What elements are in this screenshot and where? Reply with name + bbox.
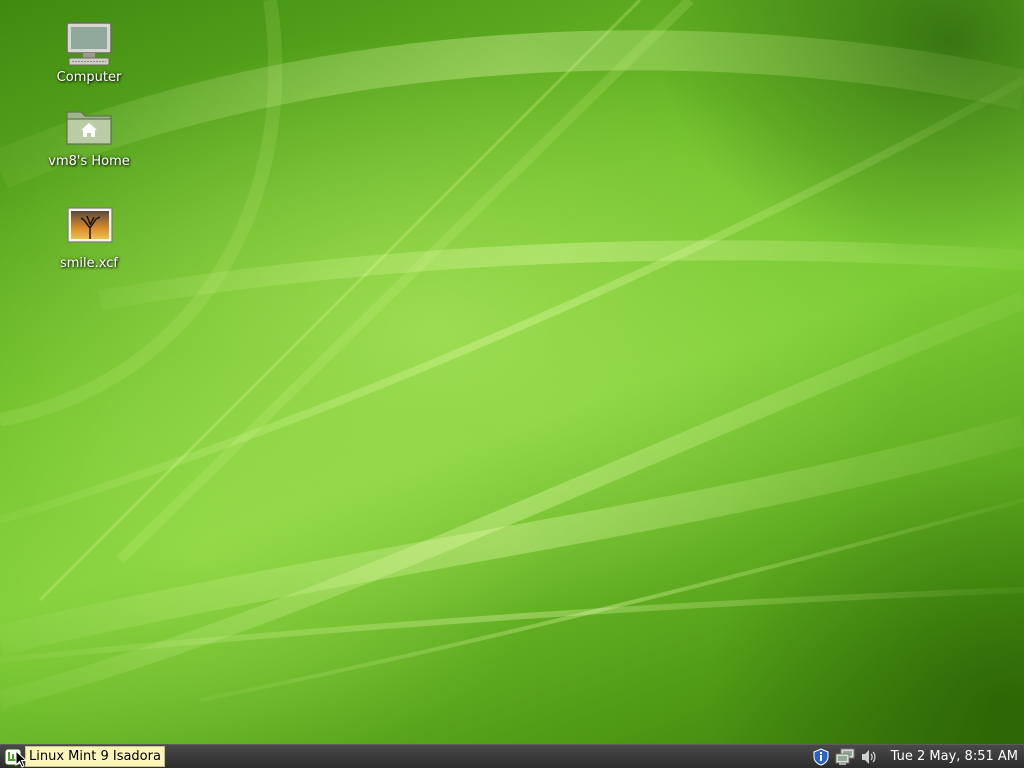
system-tray: Tue 2 May, 8:51 AM: [807, 745, 1024, 769]
desktop-icon-label: vm8's Home: [48, 154, 130, 169]
desktop-icon-home[interactable]: vm8's Home: [39, 104, 139, 170]
bottom-panel: Linux Mint 9 Isadora Tue 2 May, 8:51 AM: [0, 744, 1024, 768]
volume-icon[interactable]: [859, 747, 879, 767]
wallpaper: [0, 0, 1024, 709]
mint-menu-icon: [4, 748, 22, 766]
computer-icon: [63, 20, 115, 68]
desktop[interactable]: Computer vm8's Home smile.xcf: [0, 0, 1024, 744]
desktop-icon-label: smile.xcf: [60, 256, 118, 271]
home-folder-icon: [63, 104, 115, 152]
shield-update-icon[interactable]: [811, 747, 831, 767]
mint-menu-label[interactable]: Linux Mint 9 Isadora: [25, 746, 165, 767]
desktop-icon-smile-xcf[interactable]: smile.xcf: [39, 206, 139, 272]
desktop-icon-computer[interactable]: Computer: [39, 20, 139, 86]
network-icon[interactable]: [835, 747, 855, 767]
clock[interactable]: Tue 2 May, 8:51 AM: [891, 749, 1018, 764]
mint-menu-button[interactable]: Linux Mint 9 Isadora: [4, 746, 165, 768]
desktop-icon-label: Computer: [56, 70, 122, 85]
image-file-icon: [63, 206, 115, 254]
